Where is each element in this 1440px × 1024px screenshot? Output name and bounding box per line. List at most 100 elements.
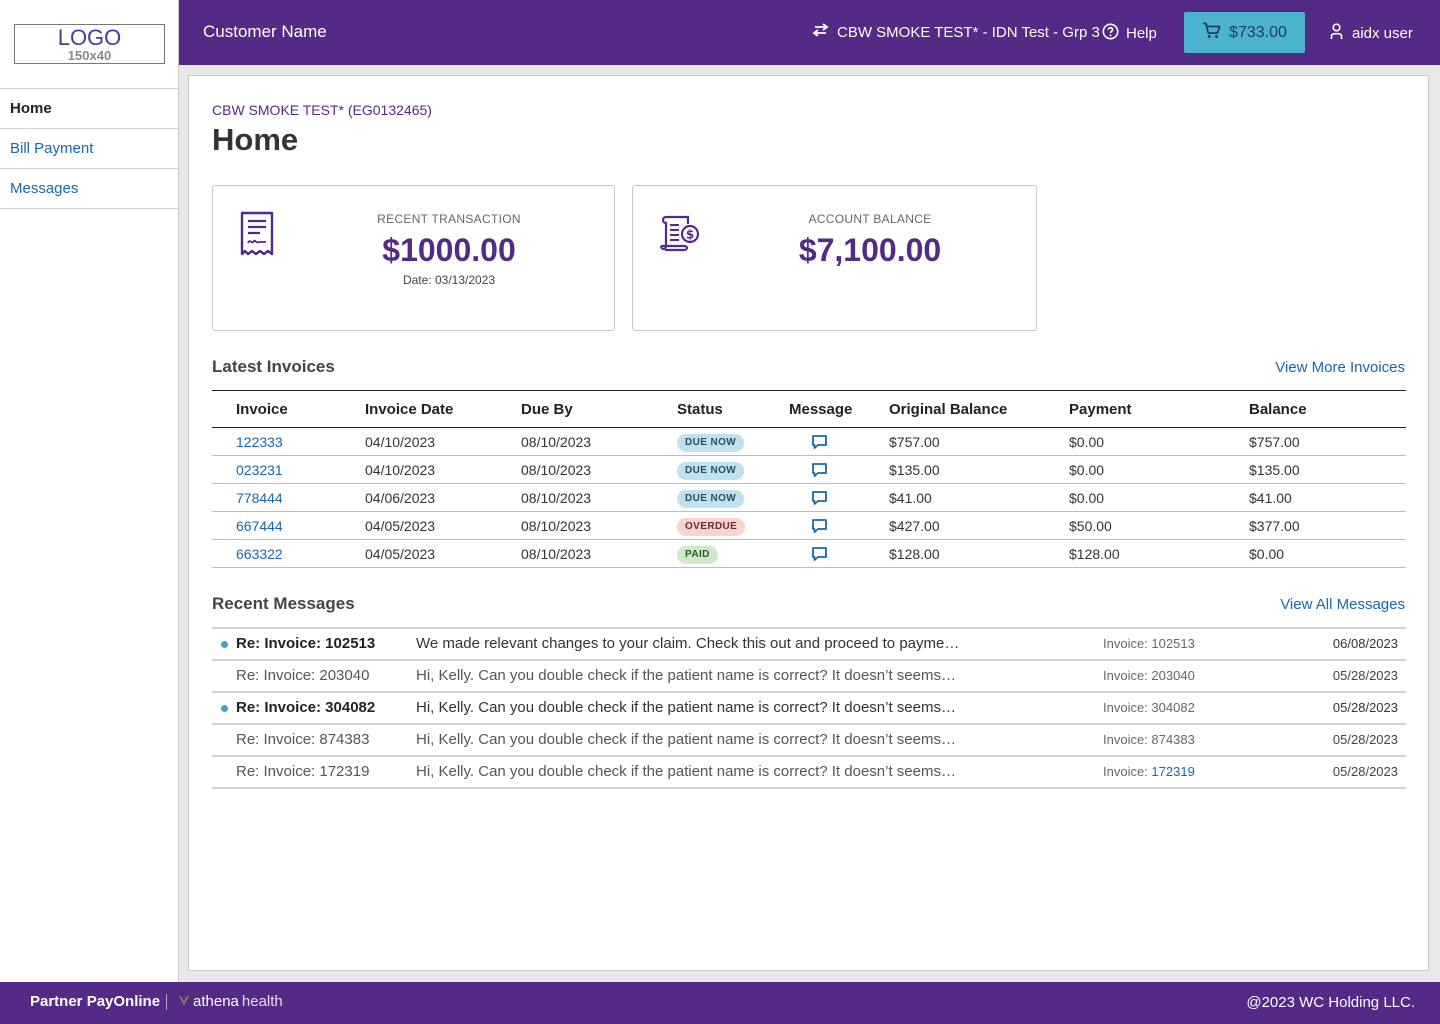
status-badge: DUE NOW xyxy=(677,462,745,481)
message-row[interactable]: Re: Invoice: 102513 We made relevant chan… xyxy=(212,629,1406,661)
customer-name: Customer Name xyxy=(203,22,327,41)
help-button[interactable]: Help xyxy=(1102,23,1157,44)
sidebar-item-bill-payment[interactable]: Bill Payment xyxy=(0,129,179,169)
message-subject[interactable]: Re: Invoice: 102513 xyxy=(236,629,375,659)
balance: $135.00 xyxy=(1249,462,1300,478)
message-preview: Hi, Kelly. Can you double check if the p… xyxy=(416,667,956,684)
user-menu[interactable]: aidx user xyxy=(1330,23,1413,44)
message-date: 05/28/2023 xyxy=(1332,668,1398,683)
message-subject[interactable]: Re: Invoice: 304082 xyxy=(236,693,375,723)
org-switch-label: CBW SMOKE TEST* - IDN Test - Grp 3 xyxy=(837,23,1100,41)
view-all-messages-link[interactable]: View All Messages xyxy=(1280,596,1405,613)
payment: $0.00 xyxy=(1069,490,1105,506)
message-icon[interactable] xyxy=(811,434,828,453)
invoice-number-link[interactable]: 778444 xyxy=(236,484,283,512)
account-balance-label: ACCOUNT BALANCE xyxy=(808,212,932,226)
message-invoice-prefix: Invoice: xyxy=(1103,764,1152,779)
message-subject[interactable]: Re: Invoice: 874383 xyxy=(236,725,369,755)
help-label: Help xyxy=(1126,25,1157,42)
col-invoice-date[interactable]: Invoice Date xyxy=(365,391,453,428)
message-subject[interactable]: Re: Invoice: 203040 xyxy=(236,661,369,691)
message-row[interactable]: Re: Invoice: 874383 Hi, Kelly. Can you do… xyxy=(212,725,1406,757)
footer: Partner PayOnline athena health @2023 WC … xyxy=(0,982,1440,1024)
col-balance[interactable]: Balance xyxy=(1249,391,1307,428)
sidebar-item-home[interactable]: Home xyxy=(0,89,179,129)
col-original-balance[interactable]: Original Balance xyxy=(889,391,1007,428)
sidebar: LOGO 150x40 Home Bill Payment Messages xyxy=(0,0,179,982)
status-cell: PAID xyxy=(677,540,718,568)
due-date: 08/10/2023 xyxy=(521,462,592,478)
svg-text:$: $ xyxy=(686,228,694,242)
invoice-date: 04/10/2023 xyxy=(365,462,436,478)
message-row[interactable]: Re: Invoice: 304082 Hi, Kelly. Can you do… xyxy=(212,693,1406,725)
message-row[interactable]: Re: Invoice: 172319 Hi, Kelly. Can you do… xyxy=(212,757,1406,789)
balance: $41.00 xyxy=(1249,490,1292,506)
original-balance: $41.00 xyxy=(889,490,932,506)
athenahealth-logo: athena health xyxy=(178,993,283,1010)
status-badge: DUE NOW xyxy=(677,434,745,453)
col-status[interactable]: Status xyxy=(677,391,723,428)
user-name: aidx user xyxy=(1352,25,1413,42)
help-icon xyxy=(1102,23,1119,44)
invoice-number-link[interactable]: 663322 xyxy=(236,540,283,568)
status-cell: DUE NOW xyxy=(677,456,745,484)
message-invoice-number: 874383 xyxy=(1151,732,1195,747)
view-more-invoices-link[interactable]: View More Invoices xyxy=(1275,359,1405,376)
invoice-date: 04/06/2023 xyxy=(365,490,436,506)
status-cell: DUE NOW xyxy=(677,428,745,456)
col-payment[interactable]: Payment xyxy=(1069,391,1132,428)
message-icon[interactable] xyxy=(811,518,828,537)
invoice-table-body: 122333 04/10/2023 08/10/2023 DUE NOW $757.00… xyxy=(212,428,1406,568)
message-icon[interactable] xyxy=(811,546,828,565)
message-row[interactable]: Re: Invoice: 203040 Hi, Kelly. Can you do… xyxy=(212,661,1406,693)
message-icon[interactable] xyxy=(811,490,828,509)
message-list: Re: Invoice: 102513 We made relevant chan… xyxy=(212,627,1406,789)
message-invoice-number: 304082 xyxy=(1151,700,1195,715)
logo[interactable]: LOGO 150x40 xyxy=(14,24,165,64)
recent-transaction-date: Date: 03/13/2023 xyxy=(402,273,496,287)
cart-button[interactable]: $733.00 xyxy=(1184,12,1305,53)
status-badge: DUE NOW xyxy=(677,490,745,509)
message-date: 05/28/2023 xyxy=(1332,764,1398,779)
invoice-number-link[interactable]: 667444 xyxy=(236,512,283,540)
org-switch-button[interactable]: CBW SMOKE TEST* - IDN Test - Grp 3 xyxy=(812,23,1100,41)
footer-brand: Partner PayOnline xyxy=(30,993,161,1010)
account-balance-amount: $7,100.00 xyxy=(798,232,942,268)
col-due-by[interactable]: Due By xyxy=(521,391,573,428)
invoice-table: Invoice Invoice Date Due By Status Messa… xyxy=(212,390,1406,568)
unread-dot xyxy=(221,705,228,712)
message-invoice-ref: Invoice: 172319 xyxy=(1103,757,1195,787)
due-date: 08/10/2023 xyxy=(521,518,592,534)
balance: $0.00 xyxy=(1249,546,1285,562)
col-message[interactable]: Message xyxy=(789,391,852,428)
message-invoice-ref: Invoice: 102513 xyxy=(1103,629,1195,659)
message-preview: Hi, Kelly. Can you double check if the p… xyxy=(416,731,956,748)
user-icon xyxy=(1330,23,1343,44)
recent-messages-title: Recent Messages xyxy=(212,594,355,613)
invoice-table-header: Invoice Invoice Date Due By Status Messa… xyxy=(212,391,1406,428)
message-date: 06/08/2023 xyxy=(1332,636,1398,651)
message-invoice-ref: Invoice: 203040 xyxy=(1103,661,1195,691)
logo-text: LOGO xyxy=(57,25,122,50)
col-invoice[interactable]: Invoice xyxy=(236,391,288,428)
table-row: 778444 04/06/2023 08/10/2023 DUE NOW $41.00 $… xyxy=(212,484,1406,512)
message-subject[interactable]: Re: Invoice: 172319 xyxy=(236,757,369,787)
original-balance: $135.00 xyxy=(889,462,940,478)
table-row: 122333 04/10/2023 08/10/2023 DUE NOW $757.00… xyxy=(212,428,1406,456)
cart-icon xyxy=(1202,22,1221,44)
message-preview: We made relevant changes to your claim. … xyxy=(416,635,960,652)
invoice-number-link[interactable]: 023231 xyxy=(236,456,283,484)
balance: $757.00 xyxy=(1249,434,1300,450)
sidebar-item-messages[interactable]: Messages xyxy=(0,169,179,209)
message-invoice-number[interactable]: 172319 xyxy=(1151,764,1194,779)
balance: $377.00 xyxy=(1249,518,1300,534)
message-invoice-ref: Invoice: 874383 xyxy=(1103,725,1195,755)
status-cell: OVERDUE xyxy=(677,512,746,540)
invoice-number-link[interactable]: 122333 xyxy=(236,428,283,456)
health-text: health xyxy=(241,993,283,1010)
message-icon[interactable] xyxy=(811,462,828,481)
latest-invoices-title: Latest Invoices xyxy=(212,357,335,376)
account-code: CBW SMOKE TEST* (EG0132465) xyxy=(212,102,432,118)
message-invoice-number: 102513 xyxy=(1151,636,1195,651)
message-invoice-ref: Invoice: 304082 xyxy=(1103,693,1195,723)
